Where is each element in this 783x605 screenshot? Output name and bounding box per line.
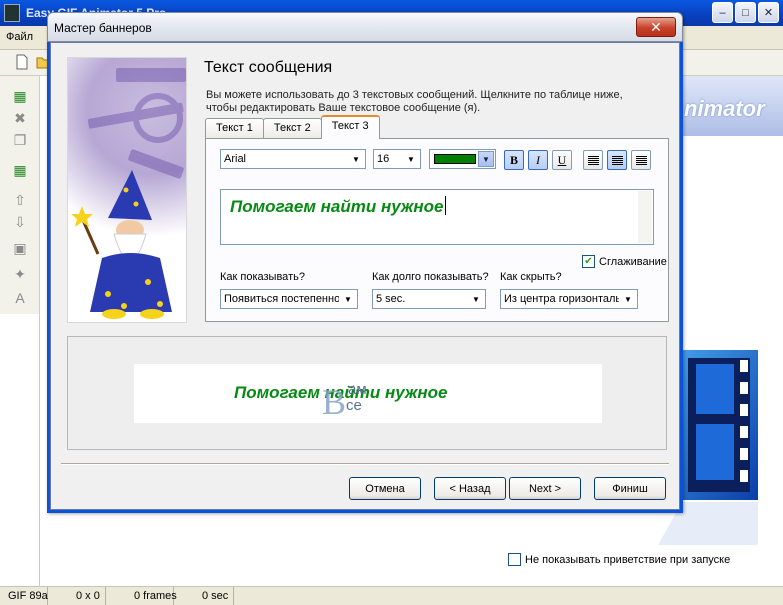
move-up-icon[interactable]: ⇧ bbox=[12, 192, 28, 208]
bold-button[interactable]: B bbox=[504, 150, 524, 170]
svg-text:ам: ам bbox=[348, 381, 367, 398]
smoothing-option[interactable]: ✔ Сглаживание bbox=[582, 255, 667, 268]
startup-checkbox-label: Не показывать приветствие при запуске bbox=[525, 553, 731, 566]
minimize-button[interactable]: – bbox=[712, 2, 733, 23]
show-method-select[interactable]: Появиться постепенно ▼ bbox=[220, 289, 358, 309]
logo-text: nimator bbox=[684, 96, 765, 121]
color-swatch bbox=[434, 154, 476, 164]
duplicate-frame-icon[interactable]: ❐ bbox=[12, 132, 28, 148]
align-right-button[interactable] bbox=[631, 150, 651, 170]
underline-button[interactable]: U bbox=[552, 150, 572, 170]
banner-wizard-dialog: Мастер баннеров ✕ Текст сообщения Вы мож… bbox=[47, 12, 683, 513]
status-duration: 0 sec bbox=[174, 587, 234, 605]
font-select[interactable]: Arial ▼ bbox=[220, 149, 366, 169]
delete-frame-icon[interactable]: ✖ bbox=[12, 110, 28, 126]
align-left-button[interactable] bbox=[583, 150, 603, 170]
chevron-down-icon: ▼ bbox=[472, 294, 480, 304]
dialog-title: Мастер баннеров bbox=[54, 21, 152, 35]
startup-checkbox-row[interactable]: Не показывать приветствие при запуске bbox=[508, 553, 730, 566]
status-bar: GIF 89a 0 x 0 0 frames 0 sec bbox=[0, 586, 783, 605]
text-settings-panel: Arial ▼ 16 ▼ ▼ B I U Помогаем найти нужн… bbox=[205, 138, 669, 322]
align-left-icon bbox=[587, 155, 599, 165]
page-description: Вы можете использовать до 3 текстовых со… bbox=[206, 89, 623, 114]
menu-file[interactable]: Файл bbox=[6, 31, 33, 43]
italic-button[interactable]: I bbox=[528, 150, 548, 170]
align-center-button[interactable] bbox=[607, 150, 627, 170]
status-size: 0 x 0 bbox=[48, 587, 106, 605]
next-button[interactable]: Next > bbox=[509, 477, 581, 500]
back-button[interactable]: < Назад bbox=[434, 477, 506, 500]
startup-checkbox[interactable] bbox=[508, 553, 521, 566]
message-scrollbar[interactable] bbox=[638, 191, 652, 243]
svg-text:се: се bbox=[346, 397, 362, 414]
smoothing-label: Сглаживание bbox=[599, 255, 667, 268]
hide-method-label: Как скрыть? bbox=[500, 271, 562, 283]
text-color-select[interactable]: ▼ bbox=[429, 149, 496, 169]
banner-preview: Помогаем найти нужное В ам се bbox=[134, 364, 602, 423]
tab-text-2[interactable]: Текст 2 bbox=[262, 118, 322, 139]
dialog-title-bar: Мастер баннеров ✕ bbox=[47, 12, 683, 42]
align-right-icon bbox=[635, 155, 647, 165]
button-separator bbox=[61, 463, 669, 465]
show-duration-label: Как долго показывать? bbox=[372, 271, 489, 283]
text-caret bbox=[444, 196, 446, 215]
text-tabs: Текст 1 Текст 2 Текст 3 bbox=[205, 115, 380, 139]
page-title: Текст сообщения bbox=[204, 59, 333, 76]
image-edit-icon[interactable]: ▣ bbox=[12, 240, 28, 256]
show-duration-select[interactable]: 5 sec. ▼ bbox=[372, 289, 486, 309]
cancel-button[interactable]: Отмена bbox=[349, 477, 421, 500]
insert-frame-icon[interactable]: ▦ bbox=[12, 162, 28, 178]
show-method-label: Как показывать? bbox=[220, 271, 305, 283]
banner-preview-panel: Помогаем найти нужное В ам се bbox=[67, 336, 667, 450]
status-format: GIF 89a bbox=[0, 587, 48, 605]
chevron-down-icon: ▼ bbox=[624, 294, 632, 304]
new-file-icon[interactable] bbox=[14, 54, 30, 70]
align-center-icon bbox=[611, 155, 623, 165]
finish-button[interactable]: Финиш bbox=[594, 477, 666, 500]
frames-panel bbox=[0, 314, 40, 586]
wizard-image bbox=[67, 57, 187, 323]
chevron-down-icon: ▼ bbox=[352, 154, 360, 164]
smoothing-checkbox[interactable]: ✔ bbox=[582, 255, 595, 268]
magic-wand-icon[interactable]: ✦ bbox=[12, 266, 28, 282]
tab-text-1[interactable]: Текст 1 bbox=[205, 118, 264, 139]
chevron-down-icon: ▼ bbox=[344, 294, 352, 304]
dialog-body: Текст сообщения Вы можете использовать д… bbox=[50, 42, 680, 510]
app-icon bbox=[4, 4, 20, 22]
text-tool-icon[interactable]: A bbox=[12, 290, 28, 306]
dialog-close-button[interactable]: ✕ bbox=[636, 17, 676, 37]
add-frame-icon[interactable]: ▦ bbox=[12, 88, 28, 104]
move-down-icon[interactable]: ⇩ bbox=[12, 214, 28, 230]
hide-method-select[interactable]: Из центра горизонтально ▼ bbox=[500, 289, 638, 309]
font-size-select[interactable]: 16 ▼ bbox=[373, 149, 421, 169]
chevron-down-icon: ▼ bbox=[478, 151, 494, 167]
svg-text:В: В bbox=[322, 382, 346, 420]
tab-text-3[interactable]: Текст 3 bbox=[320, 115, 380, 139]
maximize-button[interactable]: □ bbox=[735, 2, 756, 23]
message-text-input[interactable]: Помогаем найти нужное bbox=[220, 189, 654, 245]
watermark-logo: В ам се bbox=[322, 381, 367, 420]
chevron-down-icon: ▼ bbox=[407, 154, 415, 164]
frame-toolbar: ▦ ✖ ❐ ▦ ⇧ ⇩ ▣ ✦ A bbox=[0, 76, 40, 314]
message-text: Помогаем найти нужное bbox=[230, 197, 444, 216]
close-button[interactable]: ✕ bbox=[758, 2, 779, 23]
status-frames: 0 frames bbox=[106, 587, 177, 605]
